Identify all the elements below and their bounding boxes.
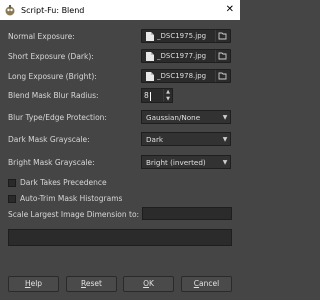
title-bar: Script-Fu: Blend ✕ bbox=[0, 0, 240, 20]
auto-trim-label[interactable]: Auto-Trim Mask Histograms bbox=[20, 194, 122, 203]
chevron-down-icon: ▼ bbox=[222, 158, 228, 166]
image-file-icon bbox=[146, 71, 154, 81]
reset-button[interactable]: Reset bbox=[66, 276, 117, 292]
close-icon[interactable]: ✕ bbox=[226, 4, 234, 16]
dark-precedence-label[interactable]: Dark Takes Precedence bbox=[20, 178, 107, 187]
chevron-down-icon: ▼ bbox=[222, 135, 228, 143]
dark-mask-value: Dark bbox=[146, 134, 164, 144]
short-exposure-file-chooser[interactable]: _DSC1977.jpg bbox=[141, 49, 231, 63]
dark-mask-dropdown[interactable]: Dark ▼ bbox=[141, 132, 231, 146]
chevron-down-icon: ▼ bbox=[222, 113, 228, 121]
bright-mask-value: Bright (inverted) bbox=[146, 157, 206, 167]
dark-precedence-checkbox[interactable] bbox=[8, 179, 16, 187]
folder-open-icon[interactable] bbox=[215, 70, 229, 82]
blur-type-dropdown[interactable]: Gaussian/None ▼ bbox=[141, 110, 231, 124]
normal-exposure-filename: _DSC1975.jpg bbox=[157, 32, 207, 40]
spin-down-icon[interactable]: ▼ bbox=[164, 96, 172, 103]
short-exposure-label: Short Exposure (Dark): bbox=[8, 52, 94, 61]
blur-type-value: Gaussian/None bbox=[146, 112, 201, 122]
ok-button[interactable]: OK bbox=[123, 276, 174, 292]
blur-type-label: Blur Type/Edge Protection: bbox=[8, 113, 107, 122]
scale-largest-input[interactable] bbox=[142, 207, 232, 220]
image-file-icon bbox=[146, 51, 154, 61]
bright-mask-label: Bright Mask Grayscale: bbox=[8, 158, 95, 167]
long-exposure-file-chooser[interactable]: _DSC1978.jpg bbox=[141, 69, 231, 83]
blur-radius-label: Blend Mask Blur Radius: bbox=[8, 91, 99, 100]
auto-trim-checkbox[interactable] bbox=[8, 195, 16, 203]
scale-largest-label: Scale Largest Image Dimension to: bbox=[8, 210, 140, 219]
cancel-button[interactable]: Cancel bbox=[181, 276, 232, 292]
blur-radius-input[interactable]: 8 bbox=[142, 89, 163, 102]
bright-mask-dropdown[interactable]: Bright (inverted) ▼ bbox=[141, 155, 231, 169]
normal-exposure-file-chooser[interactable]: _DSC1975.jpg bbox=[141, 29, 231, 43]
long-exposure-label: Long Exposure (Bright): bbox=[8, 72, 97, 81]
blur-radius-spinner[interactable]: 8 ▲ ▼ bbox=[141, 88, 173, 103]
folder-open-icon[interactable] bbox=[215, 50, 229, 62]
short-exposure-filename: _DSC1977.jpg bbox=[157, 52, 207, 60]
window-title: Script-Fu: Blend bbox=[21, 5, 85, 15]
long-exposure-filename: _DSC1978.jpg bbox=[157, 72, 207, 80]
gimp-app-icon bbox=[4, 4, 16, 16]
image-file-icon bbox=[146, 31, 154, 41]
progress-bar bbox=[8, 229, 232, 246]
dark-mask-label: Dark Mask Grayscale: bbox=[8, 135, 90, 144]
normal-exposure-label: Normal Exposure: bbox=[8, 32, 75, 41]
help-button[interactable]: Help bbox=[8, 276, 59, 292]
folder-open-icon[interactable] bbox=[215, 30, 229, 42]
